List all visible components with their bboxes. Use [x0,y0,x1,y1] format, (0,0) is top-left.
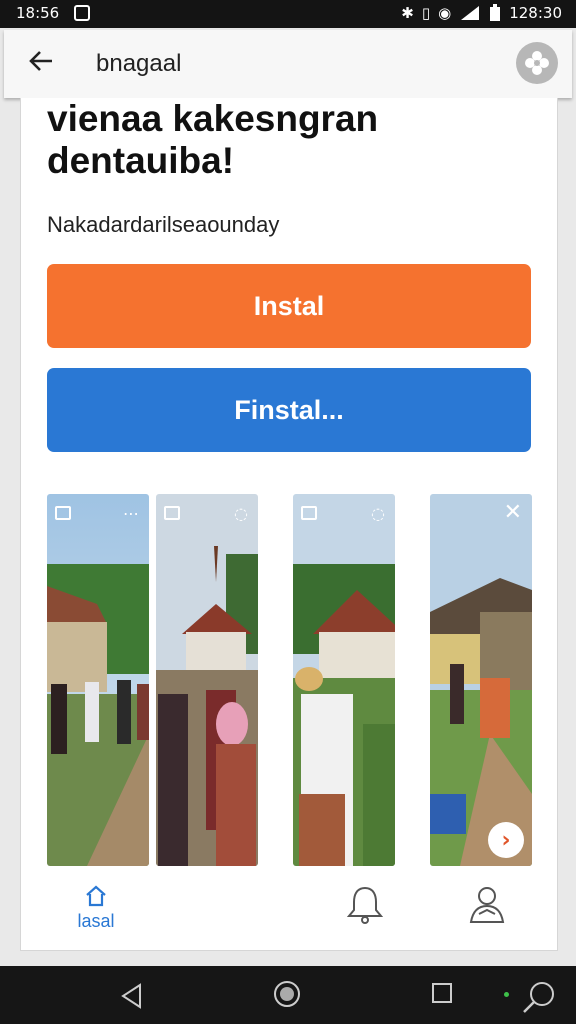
photo-1[interactable]: ⋯ [47,494,149,866]
photo-4[interactable]: ✕ › [430,494,532,866]
settings-icon [525,51,549,75]
signal-icon [461,6,480,20]
top-app-bar: bnagaal [4,30,572,98]
system-home-icon[interactable] [274,981,300,1007]
indicator-dot [504,992,509,997]
bell-icon [346,886,384,924]
system-nav-bar [0,966,576,1024]
search-icon[interactable] [520,978,560,1014]
back-arrow-icon [29,51,52,71]
chat-icon: ◌ [234,504,248,523]
home-icon [86,885,106,907]
status-time-right: 128:30 [509,4,562,22]
more-icon: ⋯ [123,504,139,523]
photo-3[interactable]: ◌ [293,494,395,866]
nav-profile[interactable] [465,882,509,926]
status-bar: 18:56 ✱ ▯ ◉ 128:30 [0,0,576,28]
nav-home[interactable]: lasal [73,884,119,932]
battery-icon [490,4,501,21]
gallery-icon [301,506,317,520]
bluetooth-icon: ✱ [401,4,414,22]
subtitle: Nakadardarilseaounday [47,212,280,237]
nav-home-label: lasal [77,911,115,931]
status-time-left: 18:56 [16,4,60,22]
gallery-icon [164,506,180,520]
page-title: bnagaal [96,50,182,77]
data-icon: ◉ [438,4,452,22]
notification-icon [74,5,90,21]
next-photo-button[interactable]: › [488,822,524,858]
content-card: vienaa kakesngran dentauiba! Nakadardari… [20,98,558,951]
close-icon[interactable]: ✕ [504,500,522,525]
back-button[interactable] [26,46,56,76]
settings-button[interactable] [516,42,558,84]
nav-notifications[interactable] [343,882,387,926]
vibrate-icon: ▯ [421,4,431,22]
install-button[interactable]: Instal [47,264,531,348]
chat-icon: ◌ [371,504,385,523]
system-recents-icon[interactable] [432,983,452,1003]
system-back-icon[interactable] [120,983,144,1009]
photo-2[interactable]: ◌ [156,494,258,866]
status-icons: ✱ ▯ ◉ 128:30 [401,4,562,22]
install-secondary-button[interactable]: Finstal... [47,368,531,452]
gallery-icon [55,506,71,520]
profile-icon [469,887,505,923]
bottom-nav: lasal [21,868,557,950]
headline: vienaa kakesngran dentauiba! [47,98,379,181]
